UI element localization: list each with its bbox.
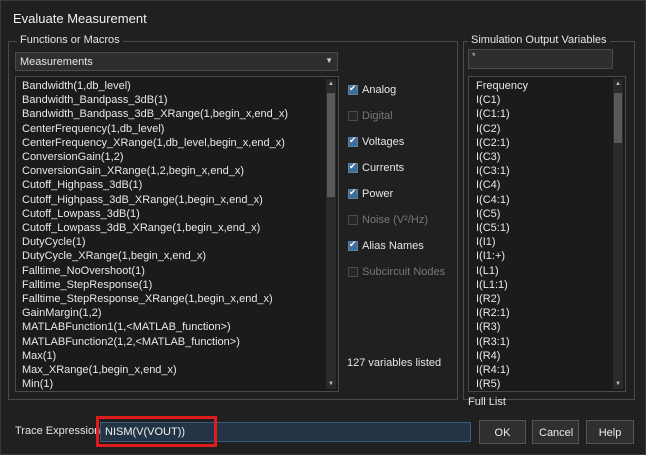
cancel-button[interactable]: Cancel <box>532 420 579 444</box>
functions-list[interactable]: ▲ ▼ Bandwidth(1,db_level) Bandwidth_Bandp… <box>15 76 339 392</box>
checkmark-icon: ✔ <box>349 239 357 249</box>
scroll-down-icon[interactable]: ▼ <box>326 379 336 389</box>
function-list-item[interactable]: Cutoff_Highpass_3dB_XRange(1,begin_x,end… <box>22 193 263 207</box>
option-label: Analog <box>362 84 397 96</box>
function-list-item[interactable]: DutyCycle(1) <box>22 235 86 249</box>
checkbox[interactable]: ✔ <box>348 83 358 95</box>
checkbox <box>348 111 358 121</box>
output-list-item[interactable]: I(C3) <box>476 150 500 164</box>
checkbox[interactable]: ✔ <box>348 239 358 251</box>
checkbox[interactable]: ✔ <box>348 187 358 199</box>
function-list-item[interactable]: GainMargin(1,2) <box>22 306 101 320</box>
function-list-item[interactable]: Max_XRange(1,begin_x,end_x) <box>22 363 177 377</box>
outputs-scrollbar[interactable]: ▲ ▼ <box>613 79 623 389</box>
output-list-item[interactable]: I(C4) <box>476 178 500 192</box>
output-filter-value: * <box>472 51 476 61</box>
output-filter-input[interactable]: * <box>468 49 613 69</box>
checkbox[interactable]: ✔ <box>348 135 358 147</box>
option-label: Power <box>362 188 394 200</box>
checkmark-icon: ✔ <box>349 135 357 145</box>
output-list-item[interactable]: I(R4) <box>476 349 500 363</box>
outputs-group-label: Simulation Output Variables <box>468 34 610 46</box>
help-button[interactable]: Help <box>586 420 634 444</box>
function-list-item[interactable]: Min(1) <box>22 377 53 391</box>
function-list-item[interactable]: Falltime_StepResponse(1) <box>22 278 152 292</box>
output-list-item[interactable]: I(R3:1) <box>476 335 510 349</box>
full-list-label: Full List <box>468 396 506 408</box>
option-label: Voltages <box>362 136 405 148</box>
output-list-item[interactable]: I(R4:1) <box>476 363 510 377</box>
output-list-item[interactable]: I(R5) <box>476 377 500 391</box>
scroll-down-icon[interactable]: ▼ <box>613 379 623 389</box>
outputs-list[interactable]: ▲ ▼ Frequency I(C1) I(C1:1) I(C2) I(C2:1) I(C… <box>468 76 626 392</box>
function-list-item[interactable]: Cutoff_Highpass_3dB(1) <box>22 178 142 192</box>
function-list-item[interactable]: CenterFrequency(1,db_level) <box>22 122 164 136</box>
output-list-item[interactable]: I(R2) <box>476 292 500 306</box>
checkbox <box>348 215 358 225</box>
checkmark-icon: ✔ <box>349 187 357 197</box>
output-list-item[interactable]: I(L1:1) <box>476 278 508 292</box>
output-list-item[interactable]: I(I1) <box>476 235 496 249</box>
checkmark-icon: ✔ <box>349 161 357 171</box>
function-list-item[interactable]: Bandwidth_Bandpass_3dB(1) <box>22 93 168 107</box>
option-label: Alias Names <box>362 240 424 252</box>
trace-expression-label: Trace Expression <box>15 425 101 437</box>
function-list-item[interactable]: Bandwidth(1,db_level) <box>22 79 131 93</box>
function-list-item[interactable]: Min_XRange(1,begin_x,end_x) <box>22 391 174 392</box>
function-list-item[interactable]: Cutoff_Lowpass_3dB_XRange(1,begin_x,end_… <box>22 221 260 235</box>
output-list-item[interactable]: I(C2) <box>476 122 500 136</box>
function-list-item[interactable]: Bandwidth_Bandpass_3dB_XRange(1,begin_x,… <box>22 107 288 121</box>
output-list-item[interactable]: I(C1:1) <box>476 107 510 121</box>
function-list-item[interactable]: MATLABFunction2(1,2,<MATLAB_function>) <box>22 335 240 349</box>
function-list-item[interactable]: ConversionGain_XRange(1,2,begin_x,end_x) <box>22 164 244 178</box>
option-label: Digital <box>362 110 393 122</box>
function-list-item[interactable]: ConversionGain(1,2) <box>22 150 124 164</box>
option-label: Subcircuit Nodes <box>362 266 446 278</box>
functions-scrollbar-thumb[interactable] <box>327 93 335 197</box>
category-select[interactable]: Measurements ▼ <box>15 52 338 71</box>
function-list-item[interactable]: Falltime_NoOvershoot(1) <box>22 264 145 278</box>
scroll-up-icon[interactable]: ▲ <box>326 79 336 89</box>
output-list-item[interactable]: I(L1) <box>476 264 499 278</box>
functions-group-label: Functions or Macros <box>17 34 123 46</box>
function-list-item[interactable]: MATLABFunction1(1,<MATLAB_function>) <box>22 320 231 334</box>
output-list-item[interactable]: I(C1) <box>476 93 500 107</box>
category-select-value: Measurements <box>20 56 93 68</box>
option-label: Noise (V²/Hz) <box>362 214 429 226</box>
output-list-item[interactable]: I(R2:1) <box>476 306 510 320</box>
function-list-item[interactable]: Cutoff_Lowpass_3dB(1) <box>22 207 140 221</box>
evaluate-measurement-dialog: Evaluate Measurement Functions or Macros… <box>0 0 646 455</box>
output-list-item[interactable]: I(C4:1) <box>476 193 510 207</box>
variables-count: 127 variables listed <box>347 357 442 369</box>
output-list-item[interactable]: I(C2:1) <box>476 136 510 150</box>
functions-scrollbar[interactable]: ▲ ▼ <box>326 79 336 389</box>
function-list-item[interactable]: Max(1) <box>22 349 56 363</box>
output-list-item[interactable]: I(I1:+) <box>476 249 505 263</box>
title-bar: Evaluate Measurement <box>1 1 645 34</box>
output-list-item[interactable]: I(C5:1) <box>476 221 510 235</box>
function-list-item[interactable]: Falltime_StepResponse_XRange(1,begin_x,e… <box>22 292 273 306</box>
scroll-up-icon[interactable]: ▲ <box>613 79 623 89</box>
output-list-item[interactable]: I(R3) <box>476 320 500 334</box>
output-list-item[interactable]: I(C3:1) <box>476 164 510 178</box>
function-list-item[interactable]: DutyCycle_XRange(1,begin_x,end_x) <box>22 249 206 263</box>
option-label: Currents <box>362 162 405 174</box>
highlight-box <box>96 416 217 447</box>
output-list-item[interactable]: I(R5:1) <box>476 391 510 392</box>
ok-button[interactable]: OK <box>479 420 526 444</box>
checkbox[interactable]: ✔ <box>348 161 358 173</box>
chevron-down-icon: ▼ <box>325 56 333 65</box>
output-list-item[interactable]: Frequency <box>476 79 528 93</box>
output-list-item[interactable]: I(C5) <box>476 207 500 221</box>
checkmark-icon: ✔ <box>349 83 357 93</box>
function-list-item[interactable]: CenterFrequency_XRange(1,db_level,begin_… <box>22 136 285 150</box>
dialog-title: Evaluate Measurement <box>13 11 147 26</box>
checkbox <box>348 267 358 277</box>
outputs-scrollbar-thumb[interactable] <box>614 93 622 143</box>
